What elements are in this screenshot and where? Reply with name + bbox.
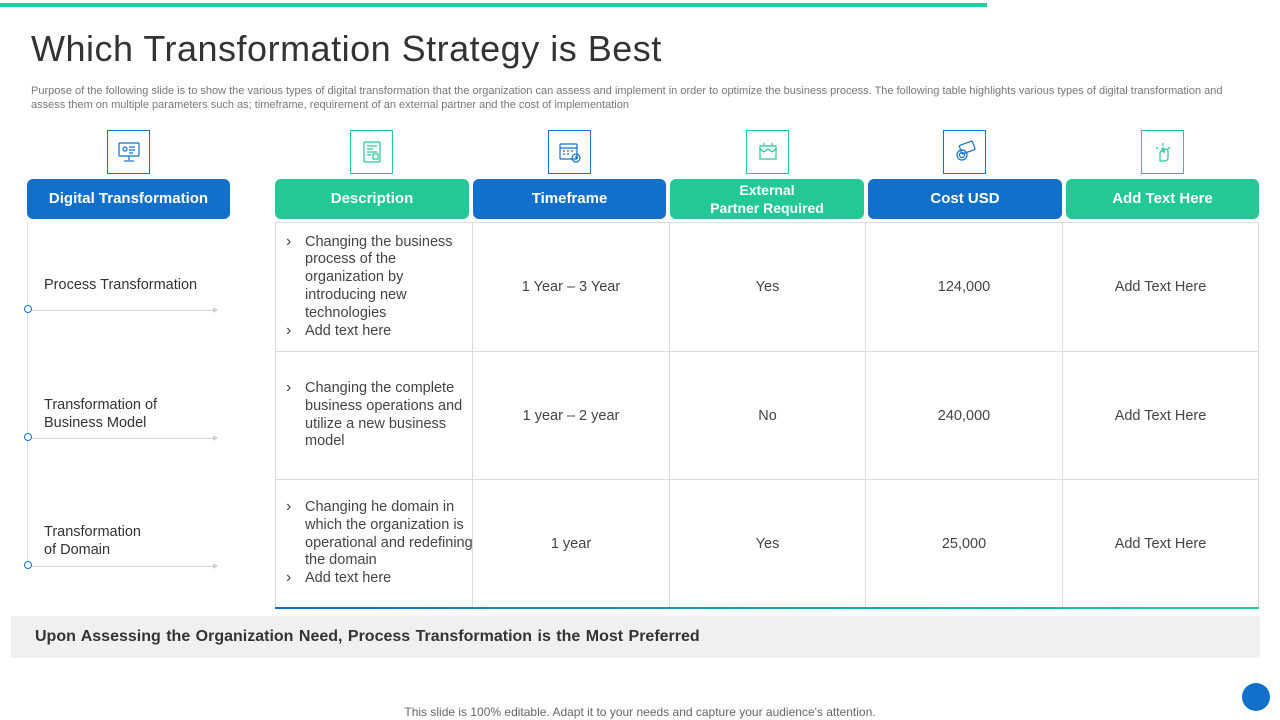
timeframe-cell: 1 year – 2 year xyxy=(473,352,670,480)
slide-intro: Purpose of the following slide is to sho… xyxy=(31,85,1223,111)
table-row: Changing the business process of the org… xyxy=(276,223,1260,352)
document-tablet-icon xyxy=(350,130,393,174)
table-row: Changing the complete business operation… xyxy=(276,352,1260,480)
header-external-partner: External Partner Required xyxy=(670,179,864,219)
timeframe-cell: 1 year xyxy=(473,480,670,608)
description-cell: Changing he domain in which the organiza… xyxy=(276,480,473,608)
description-cell: Changing the business process of the org… xyxy=(276,223,473,352)
bullet: Changing he domain in which the organiza… xyxy=(286,498,475,570)
partner-cell: No xyxy=(670,352,866,480)
table-row: Changing he domain in which the organiza… xyxy=(276,480,1260,608)
row-label-domain: Transformation of Domain xyxy=(44,524,141,558)
row-label-process: Process Transformation xyxy=(44,277,198,293)
add-text-cell: Add Text Here xyxy=(1063,352,1259,480)
cost-cell: 124,000 xyxy=(866,223,1063,352)
comparison-table: Changing the business process of the org… xyxy=(275,222,1259,608)
add-text-cell: Add Text Here xyxy=(1063,223,1259,352)
header-digital-transformation: Digital Transformation xyxy=(27,179,230,219)
timeframe-cell: 1 Year – 3 Year xyxy=(473,223,670,352)
partner-handshake-icon xyxy=(746,130,789,174)
slide-nav-dot[interactable] xyxy=(1242,683,1270,711)
computer-screen-icon xyxy=(107,130,150,174)
timeline-dot xyxy=(24,561,32,569)
timeline-line xyxy=(27,222,28,568)
table-bottom-accent xyxy=(275,607,1259,609)
timeline-arrow xyxy=(32,435,218,441)
partner-cell: Yes xyxy=(670,223,866,352)
partner-cell: Yes xyxy=(670,480,866,608)
header-description: Description xyxy=(275,179,469,219)
bullet: Changing the complete business operation… xyxy=(286,379,475,451)
footer-note: This slide is 100% editable. Adapt it to… xyxy=(404,705,876,719)
bullet: Changing the business process of the org… xyxy=(286,233,475,323)
timeline-dot xyxy=(24,305,32,313)
header-add-text: Add Text Here xyxy=(1066,179,1259,219)
timeline-dot xyxy=(24,433,32,441)
conclusion-banner: Upon Assessing the Organization Need, Pr… xyxy=(11,616,1260,658)
header-external-partner-line2: Partner Required xyxy=(710,200,824,216)
timeline-arrow xyxy=(32,307,218,313)
cost-cell: 240,000 xyxy=(866,352,1063,480)
top-accent-bar xyxy=(0,3,987,7)
calendar-clock-icon xyxy=(548,130,591,174)
header-cost: Cost USD xyxy=(868,179,1062,219)
money-coins-icon xyxy=(943,130,986,174)
bullet: Add text here xyxy=(286,322,475,341)
header-external-partner-line1: External xyxy=(739,182,795,198)
header-timeframe: Timeframe xyxy=(473,179,666,219)
add-text-cell: Add Text Here xyxy=(1063,480,1259,608)
description-cell: Changing the complete business operation… xyxy=(276,352,473,480)
timeline-arrow xyxy=(32,563,218,569)
slide-title: Which Transformation Strategy is Best xyxy=(31,28,662,69)
cost-cell: 25,000 xyxy=(866,480,1063,608)
row-label-business-model: Transformation of Business Model xyxy=(44,397,158,431)
hand-touch-icon xyxy=(1141,130,1184,174)
bullet: Add text here xyxy=(286,569,475,588)
